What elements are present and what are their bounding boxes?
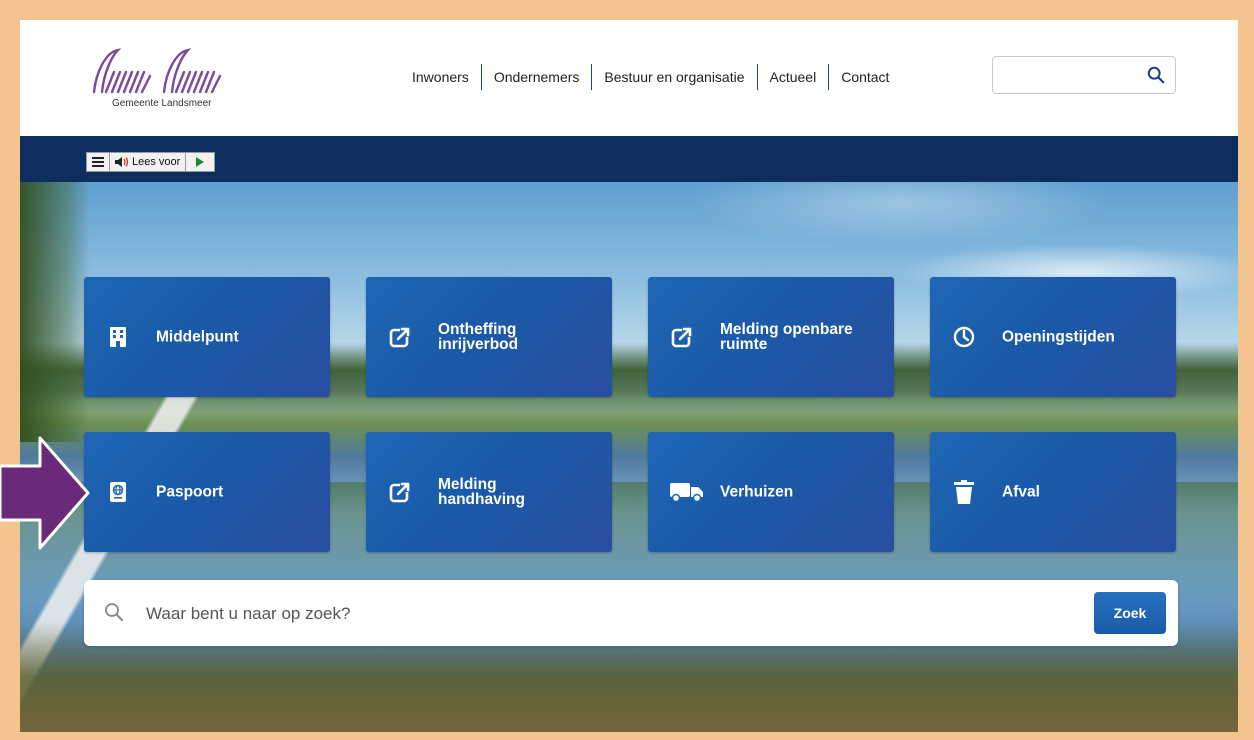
external-link-icon: [388, 325, 412, 349]
readspeaker-menu-button[interactable]: [87, 153, 109, 171]
tile-verhuizen[interactable]: Verhuizen: [648, 432, 894, 552]
tile-afval[interactable]: Afval: [930, 432, 1176, 552]
search-submit-button[interactable]: Zoek: [1094, 592, 1166, 634]
logo-mark-icon: [92, 48, 222, 94]
readspeaker-listen-button[interactable]: Lees voor: [109, 153, 185, 171]
readspeaker-widget: Lees voor: [86, 152, 216, 172]
tile-label: Melding handhaving: [438, 476, 525, 508]
search-icon: [105, 603, 123, 621]
truck-icon: [670, 480, 704, 504]
tile-paspoort[interactable]: Paspoort: [84, 432, 330, 552]
play-icon: [196, 157, 205, 167]
tile-ontheffing-inrijverbod[interactable]: Ontheffing inrijverbod: [366, 277, 612, 397]
speaker-icon: [115, 157, 129, 167]
nav-item-bestuur[interactable]: Bestuur en organisatie: [591, 64, 756, 90]
external-link-icon: [670, 325, 694, 349]
trash-icon: [952, 480, 976, 504]
tile-label: Openingstijden: [1002, 328, 1115, 346]
header-search-input[interactable]: [1001, 57, 1145, 93]
search-icon[interactable]: [1147, 66, 1165, 84]
readspeaker-bar: Lees voor: [20, 136, 1238, 182]
tile-label: Verhuizen: [720, 483, 794, 501]
nav-item-contact[interactable]: Contact: [828, 64, 901, 90]
tile-label: Paspoort: [156, 483, 224, 501]
tile-openingstijden[interactable]: Openingstijden: [930, 277, 1176, 397]
tile-label: Melding openbare ruimte: [720, 321, 853, 353]
tile-label: Middelpunt: [156, 328, 239, 346]
nav-item-actueel[interactable]: Actueel: [756, 64, 829, 90]
nav-item-inwoners[interactable]: Inwoners: [400, 64, 481, 90]
building-icon: [106, 325, 130, 349]
readspeaker-label: Lees voor: [132, 156, 181, 168]
clock-icon: [952, 325, 976, 349]
menu-icon: [92, 157, 104, 167]
nav-item-ondernemers[interactable]: Ondernemers: [480, 64, 592, 90]
tile-label: Afval: [1002, 483, 1040, 501]
main-search-box: Zoek: [84, 580, 1178, 646]
main-search-input[interactable]: [144, 596, 1048, 632]
main-nav: Inwoners Ondernemers Bestuur en organisa…: [400, 64, 901, 90]
pointing-right-arrow: [0, 436, 90, 550]
tile-melding-openbare-ruimte[interactable]: Melding openbare ruimte: [648, 277, 894, 397]
tile-middelpunt[interactable]: Middelpunt: [84, 277, 330, 397]
browser-frame: Gemeente Landsmeer Inwoners Ondernemers …: [20, 20, 1238, 732]
header-search-box: [992, 56, 1176, 94]
logo-caption: Gemeente Landsmeer: [112, 98, 212, 109]
readspeaker-play-button[interactable]: [185, 153, 214, 171]
external-link-icon: [388, 480, 412, 504]
tile-melding-handhaving[interactable]: Melding handhaving: [366, 432, 612, 552]
passport-icon: [106, 480, 130, 504]
tile-label: Ontheffing inrijverbod: [438, 321, 519, 353]
site-header: Gemeente Landsmeer Inwoners Ondernemers …: [20, 20, 1238, 136]
